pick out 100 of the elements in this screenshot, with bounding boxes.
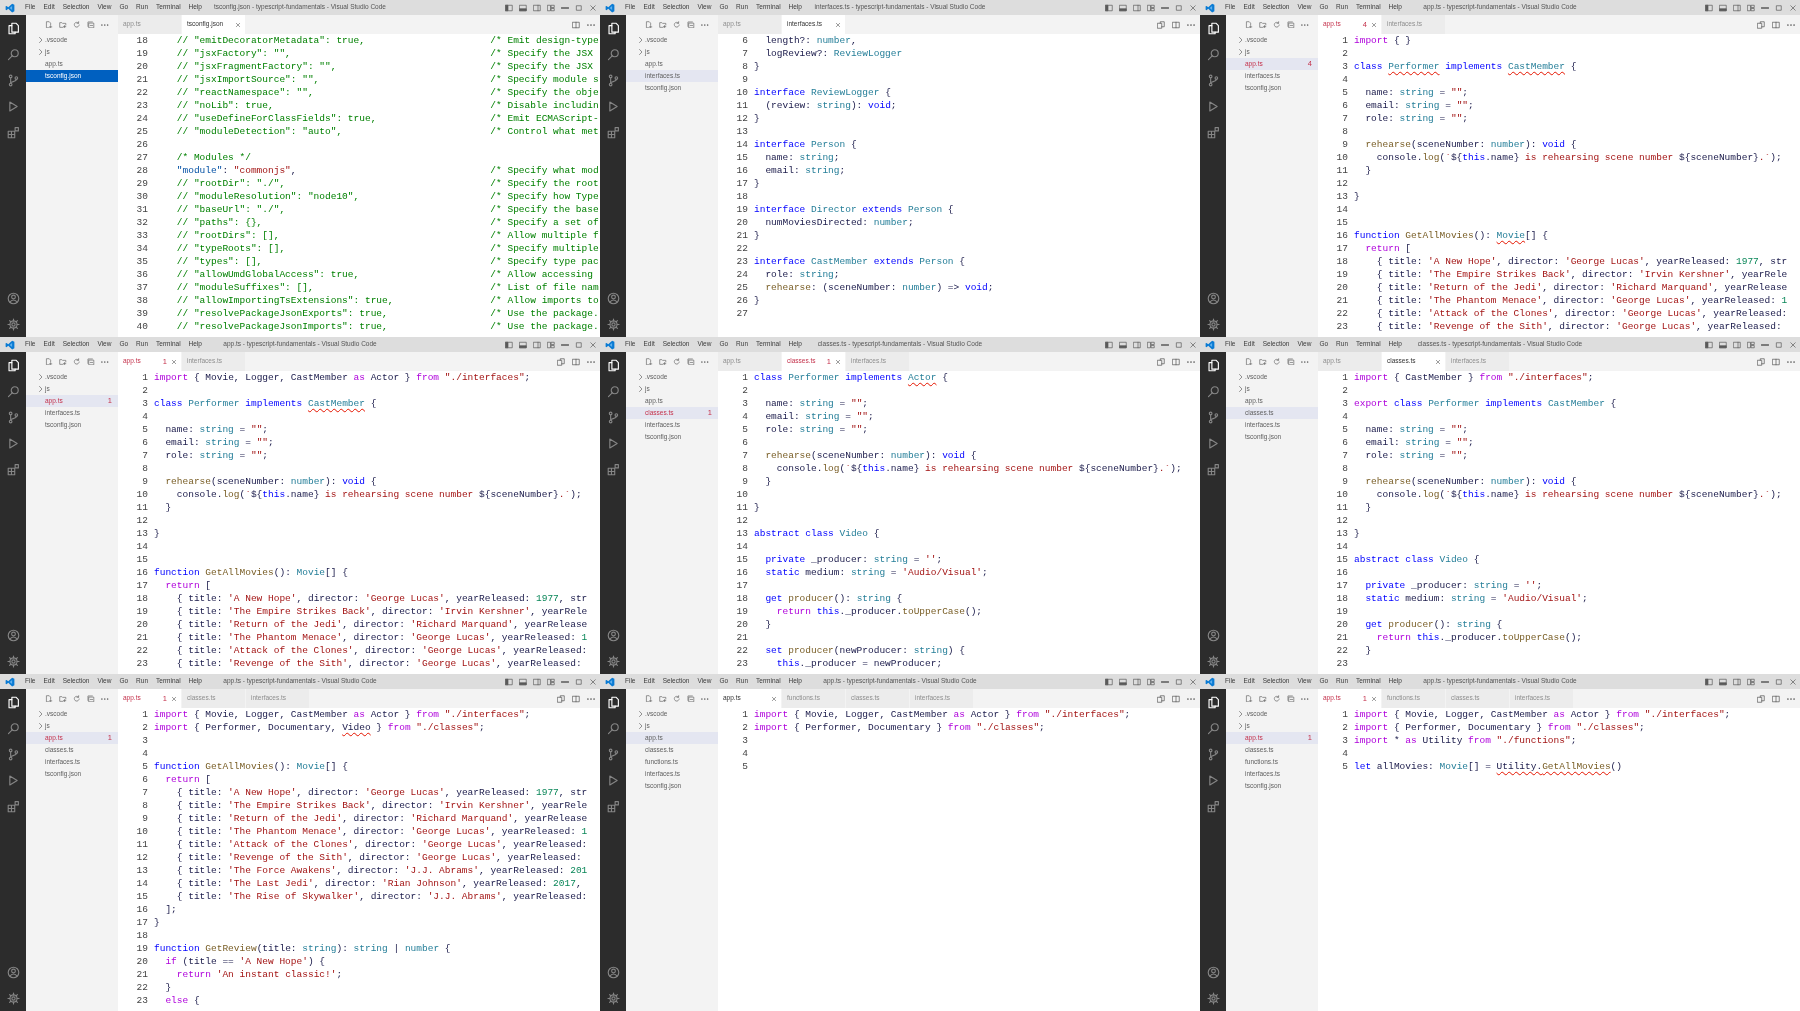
- files-icon[interactable]: [606, 696, 620, 709]
- blocks-icon[interactable]: [6, 800, 20, 813]
- collapse-icon[interactable]: [1287, 357, 1295, 366]
- layout-icon[interactable]: [1147, 677, 1155, 686]
- settings-icon[interactable]: [6, 992, 20, 1005]
- restore-icon[interactable]: [575, 3, 583, 12]
- compare-icon[interactable]: [557, 694, 565, 703]
- refresh-icon[interactable]: [73, 20, 81, 29]
- chevron-icon[interactable]: [38, 711, 42, 717]
- play-icon[interactable]: [1206, 437, 1220, 450]
- new-folder-icon[interactable]: [659, 694, 667, 703]
- collapse-icon[interactable]: [87, 694, 95, 703]
- play-icon[interactable]: [6, 100, 20, 113]
- close-icon[interactable]: [1435, 358, 1441, 365]
- search-icon[interactable]: [1206, 48, 1220, 61]
- layout-icon[interactable]: [547, 3, 555, 12]
- settings-icon[interactable]: [606, 992, 620, 1005]
- new-file-icon[interactable]: [1245, 357, 1253, 366]
- branch-icon[interactable]: [606, 411, 620, 424]
- sidebar-toggle-icon[interactable]: [1105, 677, 1113, 686]
- settings-icon[interactable]: [1206, 655, 1220, 668]
- layout-icon[interactable]: [1747, 3, 1755, 12]
- close-icon[interactable]: [1371, 21, 1377, 28]
- minimize-icon[interactable]: [1761, 680, 1769, 683]
- more-icon[interactable]: [1187, 697, 1195, 700]
- new-file-icon[interactable]: [45, 20, 53, 29]
- more-icon[interactable]: [587, 23, 595, 26]
- search-icon[interactable]: [6, 48, 20, 61]
- account-icon[interactable]: [606, 292, 620, 305]
- secondary-sidebar-toggle-icon[interactable]: [533, 677, 541, 686]
- files-icon[interactable]: [1206, 696, 1220, 709]
- compare-icon[interactable]: [1157, 357, 1165, 366]
- chevron-icon[interactable]: [638, 723, 642, 729]
- panel-toggle-icon[interactable]: [1719, 677, 1727, 686]
- restore-icon[interactable]: [1775, 3, 1783, 12]
- account-icon[interactable]: [6, 292, 20, 305]
- collapse-icon[interactable]: [87, 357, 95, 366]
- close-icon[interactable]: [589, 3, 597, 12]
- blocks-icon[interactable]: [1206, 463, 1220, 476]
- more-icon[interactable]: [587, 360, 595, 363]
- close-icon[interactable]: [1189, 677, 1197, 686]
- restore-icon[interactable]: [575, 340, 583, 349]
- new-folder-icon[interactable]: [59, 694, 67, 703]
- branch-icon[interactable]: [6, 748, 20, 761]
- secondary-sidebar-toggle-icon[interactable]: [1733, 677, 1741, 686]
- secondary-sidebar-toggle-icon[interactable]: [533, 3, 541, 12]
- close-icon[interactable]: [171, 358, 177, 365]
- chevron-icon[interactable]: [638, 386, 642, 392]
- chevron-icon[interactable]: [1238, 386, 1242, 392]
- secondary-sidebar-toggle-icon[interactable]: [1133, 3, 1141, 12]
- refresh-icon[interactable]: [673, 20, 681, 29]
- split-editor-icon[interactable]: [1772, 20, 1780, 29]
- split-editor-icon[interactable]: [572, 20, 580, 29]
- more-icon[interactable]: [101, 360, 109, 363]
- chevron-icon[interactable]: [38, 37, 42, 43]
- chevron-icon[interactable]: [38, 386, 42, 392]
- close-icon[interactable]: [589, 677, 597, 686]
- new-folder-icon[interactable]: [59, 357, 67, 366]
- secondary-sidebar-toggle-icon[interactable]: [1733, 3, 1741, 12]
- sidebar-toggle-icon[interactable]: [1105, 3, 1113, 12]
- split-editor-icon[interactable]: [572, 357, 580, 366]
- new-folder-icon[interactable]: [1259, 694, 1267, 703]
- files-icon[interactable]: [606, 359, 620, 372]
- refresh-icon[interactable]: [1273, 357, 1281, 366]
- more-icon[interactable]: [1787, 360, 1795, 363]
- play-icon[interactable]: [1206, 100, 1220, 113]
- compare-icon[interactable]: [1157, 694, 1165, 703]
- new-file-icon[interactable]: [645, 694, 653, 703]
- restore-icon[interactable]: [1175, 340, 1183, 349]
- secondary-sidebar-toggle-icon[interactable]: [1733, 340, 1741, 349]
- files-icon[interactable]: [6, 359, 20, 372]
- restore-icon[interactable]: [575, 677, 583, 686]
- close-icon[interactable]: [235, 21, 241, 28]
- collapse-icon[interactable]: [1287, 20, 1295, 29]
- blocks-icon[interactable]: [1206, 800, 1220, 813]
- play-icon[interactable]: [606, 774, 620, 787]
- new-folder-icon[interactable]: [1259, 20, 1267, 29]
- sidebar-toggle-icon[interactable]: [1105, 340, 1113, 349]
- play-icon[interactable]: [6, 437, 20, 450]
- refresh-icon[interactable]: [1273, 20, 1281, 29]
- search-icon[interactable]: [606, 722, 620, 735]
- minimize-icon[interactable]: [1761, 6, 1769, 9]
- more-icon[interactable]: [701, 23, 709, 26]
- play-icon[interactable]: [606, 100, 620, 113]
- collapse-icon[interactable]: [687, 694, 695, 703]
- close-icon[interactable]: [835, 21, 841, 28]
- minimize-icon[interactable]: [1161, 6, 1169, 9]
- new-file-icon[interactable]: [1245, 20, 1253, 29]
- chevron-icon[interactable]: [638, 711, 642, 717]
- new-folder-icon[interactable]: [59, 20, 67, 29]
- sidebar-toggle-icon[interactable]: [505, 677, 513, 686]
- close-icon[interactable]: [1789, 340, 1797, 349]
- compare-icon[interactable]: [1757, 357, 1765, 366]
- panel-toggle-icon[interactable]: [1719, 3, 1727, 12]
- panel-toggle-icon[interactable]: [1119, 677, 1127, 686]
- split-editor-icon[interactable]: [1172, 694, 1180, 703]
- sidebar-toggle-icon[interactable]: [1705, 340, 1713, 349]
- refresh-icon[interactable]: [73, 357, 81, 366]
- restore-icon[interactable]: [1175, 3, 1183, 12]
- play-icon[interactable]: [6, 774, 20, 787]
